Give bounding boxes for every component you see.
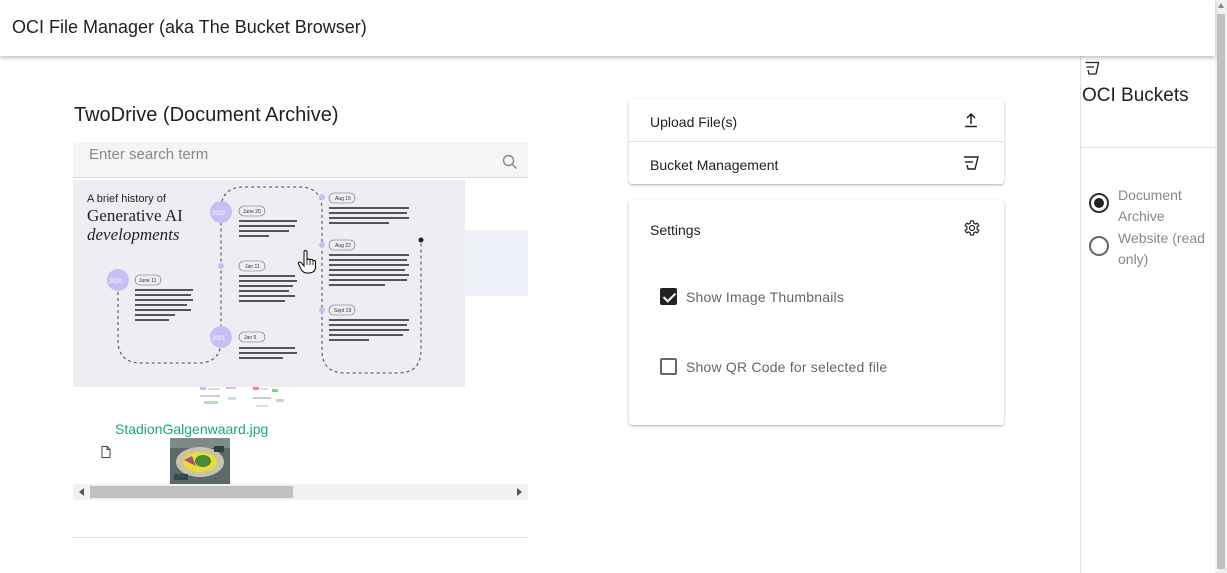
show-thumbnails-checkbox[interactable]: [660, 288, 677, 305]
upload-label: Upload File(s): [650, 114, 738, 130]
radio-button[interactable]: [1089, 193, 1109, 213]
bucket-icon: [1085, 61, 1100, 75]
preview-heading-1: A brief history of: [87, 193, 167, 205]
horizontal-scrollbar[interactable]: [73, 484, 528, 500]
preview-heading-3: developments: [87, 225, 180, 244]
preview-heading-2: Generative AI: [87, 206, 183, 225]
gear-icon[interactable]: [963, 219, 981, 237]
search-bar: [73, 142, 528, 178]
actions-card: Upload File(s) Bucket Management: [629, 99, 1004, 184]
show-thumbnails-label: Show Image Thumbnails: [686, 289, 845, 305]
bucket-management-button[interactable]: Bucket Management: [629, 142, 1004, 185]
event-date: Aug 15: [335, 196, 351, 202]
timeline-infographic: A brief history of Generative AI develop…: [73, 180, 465, 387]
file-link[interactable]: StadionGalgenwaard.jpg: [115, 421, 268, 437]
event-date: Jan 5: [244, 335, 256, 341]
divider: [73, 537, 528, 538]
show-qr-label: Show QR Code for selected file: [686, 359, 888, 375]
bucket-management-label: Bucket Management: [650, 157, 779, 173]
buckets-drawer: OCI Buckets Document Archive Website (re…: [1080, 56, 1216, 573]
scroll-left-icon[interactable]: [79, 488, 84, 496]
search-input[interactable]: [89, 144, 489, 164]
scrollbar-thumb[interactable]: [1217, 14, 1225, 569]
scroll-right-icon[interactable]: [517, 488, 522, 496]
image-preview: A brief history of Generative AI develop…: [73, 180, 465, 387]
settings-title: Settings: [650, 222, 701, 238]
year-label: 2020: [109, 279, 123, 285]
settings-card: Settings Show Image Thumbnails Show QR C…: [629, 200, 1004, 425]
divider: [1081, 147, 1216, 148]
event-date: June 20: [243, 209, 261, 215]
scrollbar-thumb[interactable]: [90, 486, 293, 498]
event-date: June 11: [139, 278, 157, 284]
bucket-icon: [964, 156, 979, 170]
show-qr-checkbox[interactable]: [660, 358, 677, 375]
panel-title: TwoDrive (Document Archive): [74, 104, 339, 126]
year-label: 2022: [212, 211, 226, 217]
vertical-scrollbar[interactable]: [1215, 0, 1227, 573]
bucket-label: Document Archive: [1118, 187, 1182, 224]
stadium-thumbnail[interactable]: [170, 438, 230, 484]
app-bar: OCI File Manager (aka The Bucket Browser…: [0, 0, 1215, 56]
app-title: OCI File Manager (aka The Bucket Browser…: [12, 17, 367, 37]
file-list: StadionGalgenwaard.jpg A brief history o…: [73, 178, 528, 484]
drawer-title: OCI Buckets: [1082, 85, 1189, 106]
upload-icon: [965, 112, 977, 128]
scroll-up-icon[interactable]: [1218, 3, 1224, 8]
event-date: Aug 22: [335, 243, 351, 249]
search-icon[interactable]: [502, 154, 518, 170]
image-thumbnail[interactable]: [198, 385, 288, 413]
upload-button[interactable]: Upload File(s): [629, 99, 1004, 142]
radio-button[interactable]: [1089, 236, 1109, 256]
file-icon: [101, 446, 111, 458]
event-date: Jan 11: [245, 264, 260, 270]
year-label: 2021: [212, 336, 226, 342]
event-date: Sept 19: [334, 308, 351, 314]
hand-cursor-icon: [297, 250, 316, 274]
bucket-label: Website (read only): [1118, 230, 1205, 267]
